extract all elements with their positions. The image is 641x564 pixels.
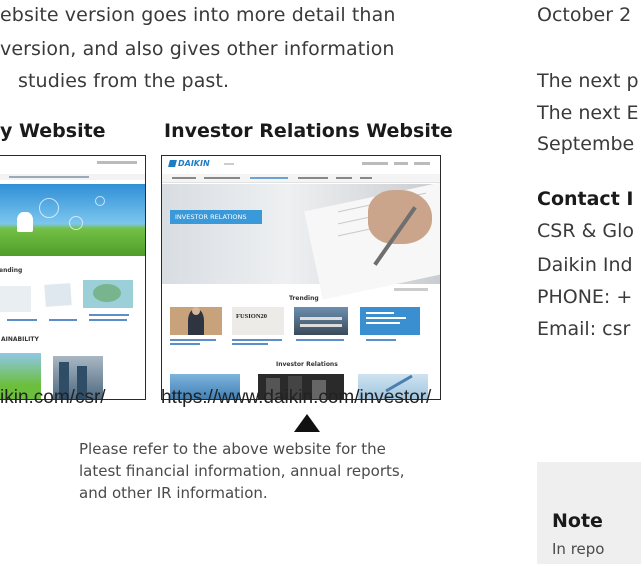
investor-website-heading: Investor Relations Website <box>164 120 453 142</box>
csr-website-screenshot[interactable]: ending AINABILITY <box>0 155 146 400</box>
publication-date: October 2 <box>537 4 632 26</box>
csr-section-label: AINABILITY <box>1 336 39 343</box>
trending-card-3 <box>294 307 348 335</box>
refer-note-line-2: latest financial information, annual rep… <box>79 462 405 480</box>
csr-website-heading: y Website <box>0 120 106 142</box>
next-publication-line-1: The next p <box>537 70 639 92</box>
contact-phone: PHONE: + <box>537 286 633 308</box>
csr-trending-label: ending <box>0 267 23 274</box>
intro-line-3: studies from the past. <box>18 70 230 92</box>
investor-url[interactable]: https://www.daikin.com/investor/ <box>161 387 431 409</box>
contact-company: Daikin Ind <box>537 254 633 276</box>
next-publication-line-2: The next E <box>537 102 639 124</box>
intro-line-1: ebsite version goes into more detail tha… <box>0 4 396 26</box>
contact-heading: Contact I <box>537 188 634 210</box>
pointer-triangle-icon <box>294 414 320 432</box>
refer-note-line-3: and other IR information. <box>79 484 268 502</box>
intro-line-2: version, and also gives other informatio… <box>0 38 395 60</box>
investor-section-label: Investor Relations <box>276 361 338 368</box>
contact-email: Email: csr <box>537 318 631 340</box>
note-text: In repo <box>552 540 605 558</box>
csr-url[interactable]: ikin.com/csr/ <box>0 387 106 409</box>
fusion-label: FUSION20 <box>236 313 268 320</box>
contact-department: CSR & Glo <box>537 220 635 242</box>
trending-card-2 <box>232 307 284 335</box>
refer-note-line-1: Please refer to the above website for th… <box>79 440 386 458</box>
investor-website-screenshot[interactable]: DAIKIN INVESTOR RELATIONS Trending FUSIO… <box>161 155 441 400</box>
note-title: Note <box>552 510 603 532</box>
investor-banner-text: INVESTOR RELATIONS <box>175 213 247 221</box>
daikin-logo: DAIKIN <box>178 159 210 168</box>
next-publication-line-3: Septembe <box>537 133 635 155</box>
investor-trending-label: Trending <box>289 295 319 302</box>
